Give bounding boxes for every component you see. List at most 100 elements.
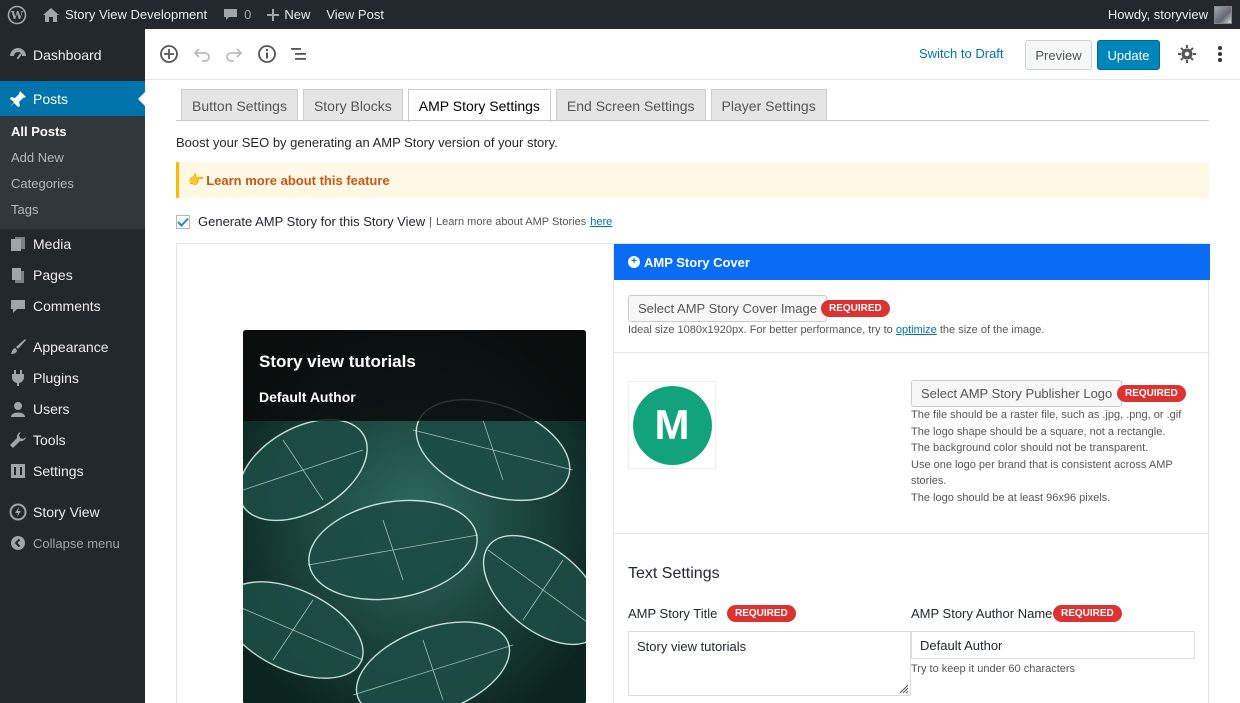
add-block-icon <box>160 45 178 63</box>
amp-cover-header[interactable]: + AMP Story Cover <box>614 244 1210 280</box>
view-post-link[interactable]: View Post <box>318 0 392 29</box>
author-name-label: AMP Story Author Name <box>911 606 1053 621</box>
sidebar-item-story-view[interactable]: Story View <box>0 497 145 527</box>
pointing-hand-icon: 👉 <box>188 172 205 187</box>
tab-player-settings[interactable]: Player Settings <box>710 89 827 121</box>
author-name-input[interactable]: Default Author <box>911 631 1195 659</box>
sidebar-item-tools[interactable]: Tools <box>0 425 145 455</box>
select-cover-image-button[interactable]: Select AMP Story Cover Image <box>628 295 827 322</box>
optimize-link[interactable]: optimize <box>896 324 937 336</box>
submenu-categories[interactable]: Categories <box>11 176 74 191</box>
settings-icon <box>8 461 28 481</box>
learn-more-amp-text: Learn more about AMP Stories <box>435 215 587 228</box>
sidebar-item-label: Appearance <box>33 339 109 355</box>
submenu-all-posts[interactable]: All Posts <box>11 124 67 139</box>
redo-button[interactable] <box>222 42 246 66</box>
story-title-label: AMP Story Title <box>628 606 718 621</box>
update-button[interactable]: Update <box>1097 40 1160 70</box>
learn-more-here-link[interactable]: here <box>590 216 612 228</box>
site-name-link[interactable]: Story View Development <box>35 0 215 29</box>
story-preview-panel: Story view tutorials Default Author <box>176 243 614 703</box>
author-name-value: Default Author <box>920 637 1003 653</box>
collapse-arrow-icon <box>8 533 28 553</box>
sidebar-item-dashboard[interactable]: Dashboard <box>0 40 145 70</box>
sidebar-item-media[interactable]: Media <box>0 229 145 259</box>
checkmark-icon <box>177 217 189 227</box>
sidebar-item-posts[interactable]: Posts <box>0 81 146 116</box>
tab-story-blocks[interactable]: Story Blocks <box>302 89 403 121</box>
howdy-text: Howdy, storyview <box>1107 7 1208 22</box>
vertical-ellipsis-icon <box>1218 46 1222 62</box>
submenu-tags[interactable]: Tags <box>11 202 38 217</box>
tabs-divider <box>176 120 1209 121</box>
gear-icon <box>1178 45 1196 63</box>
tab-amp-story-settings[interactable]: AMP Story Settings <box>407 89 551 122</box>
avatar <box>1214 5 1232 24</box>
sidebar-item-plugins[interactable]: Plugins <box>0 363 145 393</box>
editor-header: Switch to Draft Preview Update <box>145 29 1240 80</box>
story-title-value: Story view tutorials <box>637 639 747 654</box>
new-label: New <box>284 7 311 22</box>
generate-amp-label: Generate AMP Story for this Story View <box>198 214 426 229</box>
posts-submenu: All Posts Add New Categories Tags <box>0 116 145 229</box>
collapse-plus-icon: + <box>628 256 640 268</box>
admin-sidebar: Dashboard Posts All Posts Add New Catego… <box>0 29 146 703</box>
site-name: Story View Development <box>65 7 208 22</box>
settings-tabs: Button Settings Story Blocks AMP Story S… <box>181 89 832 122</box>
sidebar-item-label: Media <box>33 236 72 252</box>
sidebar-item-pages[interactable]: Pages <box>0 260 145 290</box>
block-navigation-button[interactable] <box>287 42 311 66</box>
redo-icon <box>226 48 243 62</box>
settings-toggle-button[interactable] <box>1175 42 1199 66</box>
sidebar-item-users[interactable]: Users <box>0 394 145 424</box>
wordpress-logo-icon[interactable]: W <box>0 0 35 29</box>
publisher-logo-preview: M <box>628 381 716 469</box>
tab-end-screen-settings[interactable]: End Screen Settings <box>555 89 706 121</box>
text-settings-heading: Text Settings <box>628 565 720 582</box>
logo-rule: The logo should be at least 96x96 pixels… <box>911 491 1111 504</box>
sidebar-item-appearance[interactable]: Appearance <box>0 332 145 362</box>
info-icon <box>258 45 276 63</box>
learn-more-notice[interactable]: 👉 Learn more about this feature <box>176 162 1209 198</box>
logo-rule: The logo shape should be a square, not a… <box>911 425 1166 438</box>
submenu-add-new[interactable]: Add New <box>11 150 64 165</box>
generate-amp-checkbox[interactable] <box>176 214 190 229</box>
sidebar-item-comments[interactable]: Comments <box>0 291 145 321</box>
comments-icon <box>8 296 28 316</box>
sidebar-item-settings[interactable]: Settings <box>0 456 145 486</box>
tab-button-settings[interactable]: Button Settings <box>181 89 298 121</box>
cover-help-text-end: the size of the image. <box>939 324 1045 336</box>
pages-icon <box>8 265 28 285</box>
publisher-logo-rules: The file should be a raster file, such a… <box>911 407 1191 506</box>
collapse-label: Collapse menu <box>33 535 120 551</box>
undo-button[interactable] <box>190 42 214 66</box>
logo-rule: The file should be a raster file, such a… <box>911 409 1182 421</box>
resize-handle-icon[interactable] <box>898 683 909 694</box>
my-account-menu[interactable]: Howdy, storyview <box>1100 0 1240 29</box>
collapse-menu-button[interactable]: Collapse menu <box>0 529 145 557</box>
story-view-icon <box>8 502 28 522</box>
brush-icon <box>8 337 28 357</box>
required-badge: REQUIRED <box>1053 605 1122 622</box>
required-badge: REQUIRED <box>1117 385 1186 402</box>
logo-letter: M <box>654 401 690 448</box>
sidebar-item-label: Tools <box>33 432 66 448</box>
amp-cover-title: AMP Story Cover <box>644 254 750 270</box>
select-publisher-logo-button[interactable]: Select AMP Story Publisher Logo <box>911 380 1123 407</box>
view-post-label: View Post <box>326 7 384 22</box>
add-block-button[interactable] <box>157 42 181 66</box>
learn-more-feature-link[interactable]: Learn more about this feature <box>206 173 389 188</box>
comments-link[interactable]: 0 <box>215 0 259 29</box>
cover-help-text: Ideal size 1080x1920px. For better perfo… <box>628 324 893 336</box>
generate-amp-row: Generate AMP Story for this Story View |… <box>176 214 612 229</box>
switch-to-draft-button[interactable]: Switch to Draft <box>919 46 1004 61</box>
media-icon <box>8 234 28 254</box>
publisher-logo: M <box>632 385 712 465</box>
content-info-button[interactable] <box>255 42 279 66</box>
new-content-link[interactable]: New <box>259 0 318 29</box>
story-title-textarea[interactable]: Story view tutorials <box>628 631 911 696</box>
preview-button[interactable]: Preview <box>1025 40 1092 70</box>
plugins-icon <box>8 368 28 388</box>
more-options-button[interactable] <box>1208 42 1232 66</box>
home-icon <box>43 7 59 22</box>
